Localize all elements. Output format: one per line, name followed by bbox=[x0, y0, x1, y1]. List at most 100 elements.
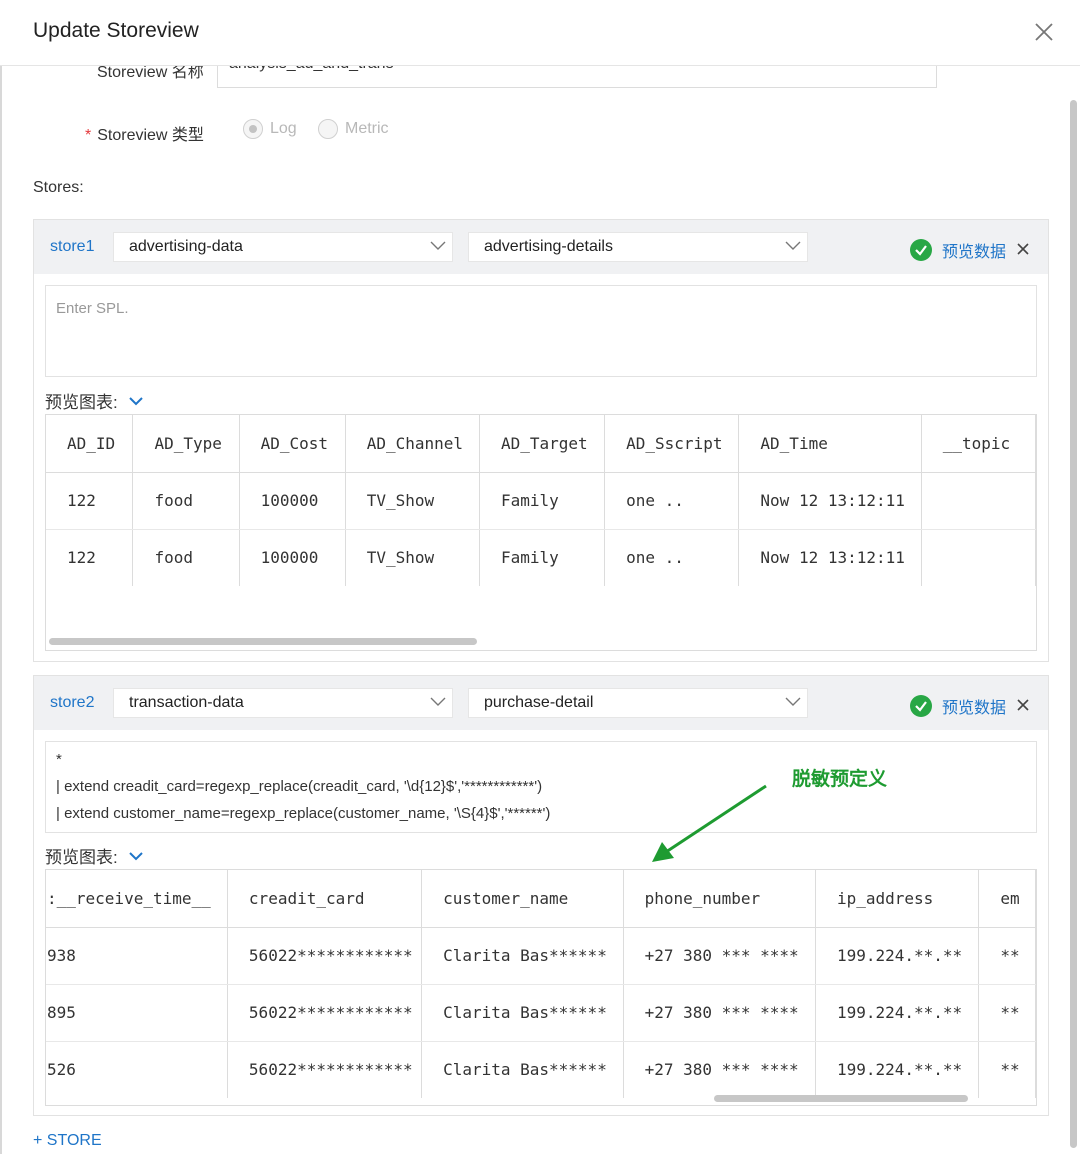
chevron-down-icon bbox=[785, 697, 801, 706]
chevron-down-icon bbox=[129, 851, 143, 860]
spl-editor[interactable]: * | extend creadit_card=regexp_replace(c… bbox=[45, 741, 1037, 833]
project-select[interactable]: transaction-data bbox=[113, 688, 453, 718]
preview-chart-toggle[interactable]: 预览图表: bbox=[45, 388, 144, 413]
table-cell: Family bbox=[479, 529, 606, 586]
required-mark: * bbox=[85, 127, 92, 144]
radio-metric[interactable]: Metric bbox=[318, 119, 389, 139]
preview-table: :__receive_time__ creadit_card customer_na… bbox=[45, 869, 1037, 1106]
column-header: AD_ID bbox=[46, 415, 134, 473]
preview-chart-label: 预览图表: bbox=[45, 393, 118, 412]
radio-log[interactable]: Log bbox=[243, 119, 297, 139]
check-circle-icon bbox=[910, 239, 932, 261]
table-cell: ** bbox=[978, 984, 1036, 1042]
table-cell: 938 bbox=[46, 927, 228, 985]
storeview-name-input[interactable]: analysis_ad_and_trans bbox=[217, 66, 937, 88]
dialog-scrollbar[interactable] bbox=[1070, 100, 1077, 1148]
project-select[interactable]: advertising-data bbox=[113, 232, 453, 262]
table-cell: one .. bbox=[604, 472, 740, 530]
project-select-value: transaction-data bbox=[129, 694, 244, 711]
radio-log-circle bbox=[243, 119, 263, 139]
column-header: :__receive_time__ bbox=[46, 870, 228, 928]
remove-icon[interactable] bbox=[1015, 697, 1031, 713]
table-cell: 100000 bbox=[239, 472, 346, 530]
table-cell bbox=[921, 529, 1036, 586]
table-cell: food bbox=[132, 529, 240, 586]
spl-placeholder: Enter SPL. bbox=[56, 300, 129, 317]
table-cell: food bbox=[132, 472, 240, 530]
storeview-type-text: Storeview 类型 bbox=[97, 127, 204, 144]
table-cell: Clarita Bas****** bbox=[421, 984, 624, 1042]
table-cell: 56022************ bbox=[227, 1041, 423, 1098]
arrow-icon bbox=[652, 784, 767, 862]
logstore-select[interactable]: advertising-details bbox=[468, 232, 808, 262]
column-header: phone_number bbox=[623, 870, 816, 928]
stores-label: Stores: bbox=[33, 179, 84, 196]
table-cell: ** bbox=[978, 927, 1036, 985]
project-select-value: advertising-data bbox=[129, 238, 243, 255]
table-cell: 199.224.**.** bbox=[815, 984, 980, 1042]
remove-icon[interactable] bbox=[1015, 241, 1031, 257]
preview-data-link[interactable]: 预览数据 bbox=[942, 238, 1006, 262]
table-cell: Family bbox=[479, 472, 606, 530]
table-cell: +27 380 *** **** bbox=[623, 927, 816, 985]
column-header: ip_address bbox=[815, 870, 980, 928]
preview-data-link[interactable]: 预览数据 bbox=[942, 694, 1006, 718]
logstore-select-value: advertising-details bbox=[484, 238, 613, 255]
table-cell: 199.224.**.** bbox=[815, 1041, 980, 1098]
add-store-button[interactable]: + STORE bbox=[33, 1132, 102, 1150]
table-cell: +27 380 *** **** bbox=[623, 984, 816, 1042]
dialog-edge bbox=[0, 66, 2, 1154]
table-cell bbox=[921, 472, 1036, 530]
radio-metric-circle bbox=[318, 119, 338, 139]
column-header: AD_Target bbox=[479, 415, 606, 473]
table-cell: 526 bbox=[46, 1041, 228, 1098]
table-scrollbar[interactable] bbox=[49, 638, 477, 645]
annotation-text: 脱敏预定义 bbox=[792, 769, 888, 790]
table-cell: 895 bbox=[46, 984, 228, 1042]
table-cell: +27 380 *** **** bbox=[623, 1041, 816, 1098]
table-cell: TV_Show bbox=[345, 472, 480, 530]
column-header: customer_name bbox=[421, 870, 624, 928]
table-cell: one .. bbox=[604, 529, 740, 586]
table-cell: 56022************ bbox=[227, 927, 423, 985]
storeview-name-label: Storeview 名称 bbox=[97, 66, 204, 81]
table-cell: 56022************ bbox=[227, 984, 423, 1042]
logstore-select-value: purchase-detail bbox=[484, 694, 594, 711]
store-label: store1 bbox=[50, 238, 95, 255]
close-icon[interactable] bbox=[1032, 20, 1056, 44]
table-cell: 199.224.**.** bbox=[815, 927, 980, 985]
table-cell: Clarita Bas****** bbox=[421, 927, 624, 985]
table-row: 122 food 100000 TV_Show Family one .. Now 12 1… bbox=[46, 472, 1036, 530]
table-cell: 100000 bbox=[239, 529, 346, 586]
store-header: store2 transaction-data purchase-detail … bbox=[34, 676, 1048, 730]
store-label: store2 bbox=[50, 694, 95, 711]
preview-table-grid: AD_ID AD_Type AD_Cost AD_Channel AD_Target AD… bbox=[46, 415, 1036, 586]
spl-editor[interactable]: Enter SPL. bbox=[45, 285, 1037, 377]
table-cell: TV_Show bbox=[345, 529, 480, 586]
dialog-header: Update Storeview bbox=[0, 0, 1080, 66]
preview-table: AD_ID AD_Type AD_Cost AD_Channel AD_Target AD… bbox=[45, 414, 1037, 651]
table-cell: Now 12 13:12:11 bbox=[738, 472, 922, 530]
store-card-2: store2 transaction-data purchase-detail … bbox=[33, 675, 1049, 1116]
dialog-body[interactable]: Storeview 名称 analysis_ad_and_trans * Stor… bbox=[0, 66, 1080, 1154]
column-header: AD_Sscript bbox=[604, 415, 740, 473]
radio-metric-label: Metric bbox=[345, 120, 389, 137]
chevron-down-icon bbox=[430, 241, 446, 250]
preview-chart-toggle[interactable]: 预览图表: bbox=[45, 843, 144, 868]
column-header: em bbox=[978, 870, 1036, 928]
check-circle-icon bbox=[910, 695, 932, 717]
table-cell: Now 12 13:12:11 bbox=[738, 529, 922, 586]
table-cell: 122 bbox=[46, 529, 134, 586]
table-scrollbar[interactable] bbox=[714, 1095, 968, 1102]
column-header: AD_Type bbox=[132, 415, 240, 473]
table-cell: 122 bbox=[46, 472, 134, 530]
table-row: 895 56022************ Clarita Bas****** +27… bbox=[46, 984, 1036, 1042]
store-header: store1 advertising-data advertising-deta… bbox=[34, 220, 1048, 274]
column-header: creadit_card bbox=[227, 870, 423, 928]
column-header: AD_Cost bbox=[239, 415, 346, 473]
logstore-select[interactable]: purchase-detail bbox=[468, 688, 808, 718]
table-row: 526 56022************ Clarita Bas****** +27… bbox=[46, 1041, 1036, 1098]
table-row: 122 food 100000 TV_Show Family one .. Now 12 1… bbox=[46, 529, 1036, 586]
chevron-down-icon bbox=[129, 396, 143, 405]
chevron-down-icon bbox=[785, 241, 801, 250]
